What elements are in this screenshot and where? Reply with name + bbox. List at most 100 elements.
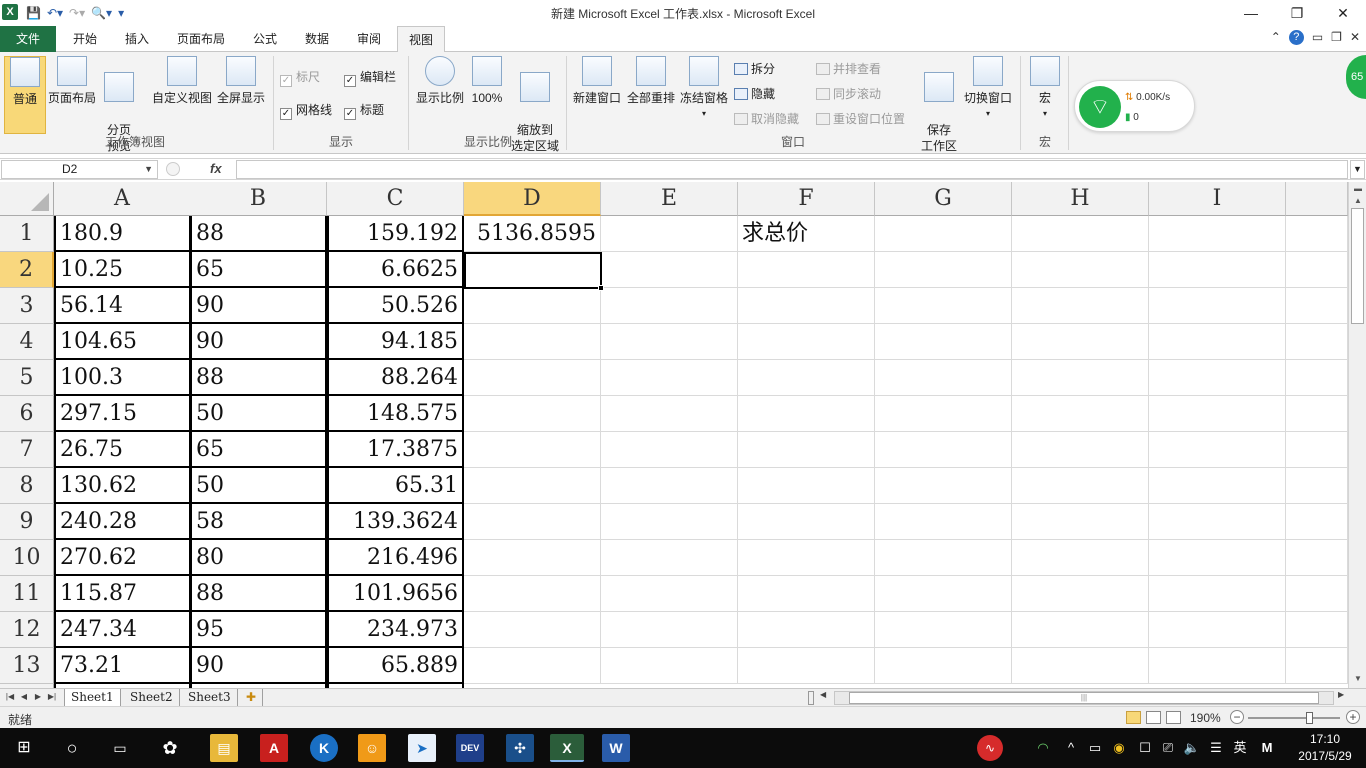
cell-a7[interactable]: 26.75 (54, 432, 191, 468)
next-sheet-icon[interactable]: ▶ (32, 690, 44, 704)
custom-views-button[interactable]: 自定义视图 (150, 56, 214, 106)
side-by-side-button[interactable]: 并排查看 (816, 60, 881, 78)
cell-e1[interactable] (601, 216, 738, 252)
zoom-100-button[interactable]: 100% (468, 56, 506, 106)
uc-browser-icon[interactable]: ☺ (358, 734, 386, 762)
cell-h3[interactable] (1012, 288, 1149, 324)
row-header[interactable]: 3 (0, 288, 54, 324)
cell-partial[interactable] (1286, 612, 1348, 648)
help-icon[interactable]: ? (1288, 30, 1304, 45)
hide-button[interactable]: 隐藏 (734, 85, 775, 103)
cell-e8[interactable] (601, 468, 738, 504)
cell-partial[interactable] (1286, 360, 1348, 396)
cell-g8[interactable] (875, 468, 1012, 504)
cell-e7[interactable] (601, 432, 738, 468)
cell-i7[interactable] (1149, 432, 1286, 468)
cell-f8[interactable] (738, 468, 875, 504)
tab-view[interactable]: 视图 (397, 26, 445, 53)
cell-e3[interactable] (601, 288, 738, 324)
sheet-tab-2[interactable]: Sheet2 (124, 689, 180, 707)
column-header-i[interactable]: I (1149, 182, 1286, 216)
taskbar-clock[interactable]: 17:10 2017/5/29 (1288, 731, 1362, 765)
cell-h11[interactable] (1012, 576, 1149, 612)
row-header[interactable]: 2 (0, 252, 54, 288)
tab-home[interactable]: 开始 (62, 26, 108, 52)
row-header[interactable]: 10 (0, 540, 54, 576)
column-header-partial[interactable] (1286, 182, 1348, 216)
cell-a1[interactable]: 180.9 (54, 216, 191, 252)
cell-f12[interactable] (738, 612, 875, 648)
tab-insert[interactable]: 插入 (114, 26, 160, 52)
cell-h6[interactable] (1012, 396, 1149, 432)
notification-tray-icon[interactable]: ☰ (1206, 728, 1226, 768)
cell-g2[interactable] (875, 252, 1012, 288)
heartbeat-tray-icon[interactable]: ∿ (974, 728, 1006, 768)
tab-split-handle[interactable] (808, 691, 814, 705)
file-explorer-icon[interactable]: ▤ (210, 734, 238, 762)
cell-i13[interactable] (1149, 648, 1286, 684)
cell-a6[interactable]: 297.15 (54, 396, 191, 432)
cell-d6[interactable] (464, 396, 601, 432)
battery-tray-icon[interactable]: ▭ (1086, 728, 1104, 768)
task-view-icon[interactable]: ▭ (106, 734, 134, 762)
row-header[interactable]: 5 (0, 360, 54, 396)
row-header[interactable]: 1 (0, 216, 54, 252)
cell-g7[interactable] (875, 432, 1012, 468)
first-sheet-icon[interactable]: |◀ (4, 690, 16, 704)
cell-f4[interactable] (738, 324, 875, 360)
kugou-music-icon[interactable]: K (310, 734, 338, 762)
cell-d4[interactable] (464, 324, 601, 360)
cell-i9[interactable] (1149, 504, 1286, 540)
volume-icon[interactable]: 🔈 (1182, 728, 1202, 768)
undo-icon[interactable]: ↶▾ (47, 6, 63, 20)
cell-f1[interactable]: 求总价 (738, 216, 875, 252)
network-tool-icon[interactable]: ✣ (506, 734, 534, 762)
cell-f6[interactable] (738, 396, 875, 432)
sheet-tab-3[interactable]: Sheet3 (182, 689, 238, 707)
cell-e9[interactable] (601, 504, 738, 540)
cell-d5[interactable] (464, 360, 601, 396)
cell-partial[interactable] (1286, 432, 1348, 468)
cell-b12[interactable]: 95 (190, 612, 327, 648)
cell-g3[interactable] (875, 288, 1012, 324)
cell-b4[interactable]: 90 (190, 324, 327, 360)
tab-formulas[interactable]: 公式 (242, 26, 288, 52)
macros-button[interactable]: 宏 ▾ (1026, 56, 1064, 122)
cell-b6[interactable]: 50 (190, 396, 327, 432)
cell-e10[interactable] (601, 540, 738, 576)
cell-b8[interactable]: 50 (190, 468, 327, 504)
cell-b7[interactable]: 65 (190, 432, 327, 468)
name-box[interactable]: D2 ▼ (1, 160, 158, 179)
cell-f2[interactable] (738, 252, 875, 288)
column-header-e[interactable]: E (601, 182, 738, 216)
cell-b9[interactable]: 58 (190, 504, 327, 540)
cell-e4[interactable] (601, 324, 738, 360)
ruler-checkbox[interactable]: ✓ 标尺 (280, 68, 320, 87)
minimize-ribbon-icon[interactable]: ⌃ (1271, 30, 1281, 45)
cell-c1[interactable]: 159.192 (327, 216, 464, 252)
cell-h4[interactable] (1012, 324, 1149, 360)
cell-c5[interactable]: 88.264 (327, 360, 464, 396)
page-layout-view-button[interactable]: 页面布局 (46, 56, 98, 106)
cell-h13[interactable] (1012, 648, 1149, 684)
security-tray-icon[interactable]: ◉ (1108, 728, 1130, 768)
customize-qat-icon[interactable]: ▾ (118, 6, 124, 20)
cell-i4[interactable] (1149, 324, 1286, 360)
formula-bar-checkbox[interactable]: ✓ 编辑栏 (344, 68, 396, 87)
cell-c11[interactable]: 101.9656 (327, 576, 464, 612)
cell-d1[interactable]: 5136.8595 (464, 216, 601, 252)
scroll-up-icon[interactable]: ▲ (1351, 194, 1365, 208)
redo-icon[interactable]: ↷▾ (69, 6, 85, 20)
cell-h2[interactable] (1012, 252, 1149, 288)
pdf-reader-icon[interactable]: A (260, 734, 288, 762)
scroll-right-icon[interactable]: ▶ (1338, 690, 1344, 699)
network-speed-widget[interactable]: ⌔ ⇅ 0.00K/s ▮ 0 (1074, 80, 1195, 132)
horizontal-scroll-thumb[interactable]: ||| (849, 692, 1319, 704)
cell-h7[interactable] (1012, 432, 1149, 468)
cell-partial[interactable] (1286, 540, 1348, 576)
sync-scroll-button[interactable]: 同步滚动 (816, 85, 881, 103)
zoom-slider-thumb[interactable] (1306, 712, 1313, 724)
cell-g4[interactable] (875, 324, 1012, 360)
tab-file[interactable]: 文件 (0, 26, 56, 52)
page-break-status-icon[interactable] (1166, 711, 1181, 724)
